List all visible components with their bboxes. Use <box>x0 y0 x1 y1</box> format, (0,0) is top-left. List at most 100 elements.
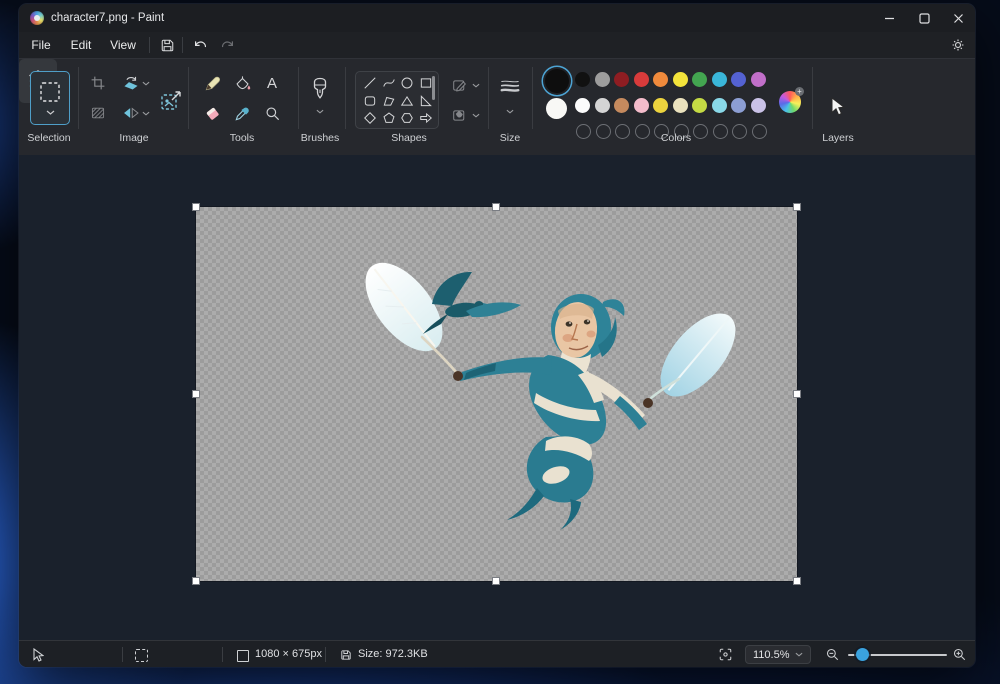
color2-swatch[interactable] <box>546 98 567 119</box>
fit-screen-icon <box>718 647 733 662</box>
zoom-out-icon <box>825 647 840 662</box>
palette-color[interactable] <box>692 72 707 87</box>
shape-right-triangle[interactable] <box>419 94 433 108</box>
zoom-slider-thumb[interactable] <box>856 648 869 661</box>
color-wheel-button[interactable]: + <box>779 91 801 113</box>
section-label-size: Size <box>481 131 539 145</box>
shape-fill-button[interactable] <box>447 104 471 126</box>
palette-empty-slot[interactable] <box>732 124 747 139</box>
flip-dropdown[interactable] <box>141 105 151 121</box>
menu-file[interactable]: File <box>25 35 57 55</box>
fit-to-screen-button[interactable] <box>715 646 735 663</box>
selection-handle[interactable] <box>794 578 800 584</box>
shape-polygon[interactable] <box>382 94 396 108</box>
shape-triangle[interactable] <box>400 94 414 108</box>
file-size-icon <box>340 649 352 661</box>
selection-handle[interactable] <box>794 204 800 210</box>
palette-color[interactable] <box>653 98 668 113</box>
section-label-selection: Selection <box>21 131 77 145</box>
chevron-down-icon <box>472 113 480 118</box>
rotate-button[interactable] <box>120 72 142 94</box>
zoom-out-button[interactable] <box>823 646 841 663</box>
shape-rectangle[interactable] <box>419 76 433 90</box>
magnifier-tool-button[interactable] <box>261 102 283 124</box>
close-button[interactable] <box>939 4 975 32</box>
palette-empty-slot[interactable] <box>576 124 591 139</box>
rotate-dropdown[interactable] <box>141 75 151 91</box>
shape-pentagon[interactable] <box>382 111 396 125</box>
flip-button[interactable] <box>120 102 142 124</box>
save-button[interactable] <box>157 36 177 54</box>
palette-color[interactable] <box>673 98 688 113</box>
menu-view[interactable]: View <box>105 35 141 55</box>
paint-app-icon <box>30 11 44 25</box>
palette-color[interactable] <box>614 72 629 87</box>
crop-button[interactable] <box>87 72 109 94</box>
color-picker-tool-button[interactable] <box>231 102 253 124</box>
section-label-brushes: Brushes <box>291 131 349 145</box>
shape-arrow-right[interactable] <box>419 111 433 125</box>
shape-outline-dropdown[interactable] <box>471 78 481 92</box>
maximize-button[interactable] <box>905 4 943 32</box>
palette-empty-slot[interactable] <box>596 124 611 139</box>
shape-rounded-rectangle[interactable] <box>363 94 377 108</box>
text-tool-button[interactable]: A <box>261 72 283 94</box>
brushes-dropdown[interactable] <box>315 105 325 117</box>
shape-diamond[interactable] <box>363 111 377 125</box>
palette-color[interactable] <box>653 72 668 87</box>
palette-color[interactable] <box>751 72 766 87</box>
pattern-select-button[interactable] <box>87 102 109 124</box>
shape-oval[interactable] <box>400 76 414 90</box>
menu-edit[interactable]: Edit <box>65 35 97 55</box>
selection-handle[interactable] <box>193 391 199 397</box>
shape-outline-button[interactable] <box>447 74 471 96</box>
palette-color[interactable] <box>712 98 727 113</box>
palette-color[interactable] <box>595 72 610 87</box>
palette-color[interactable] <box>575 72 590 87</box>
palette-empty-slot[interactable] <box>615 124 630 139</box>
shapes-scrollbar[interactable] <box>432 76 435 100</box>
shape-fill-dropdown[interactable] <box>471 108 481 122</box>
selection-handle[interactable] <box>493 204 499 210</box>
fill-tool-button[interactable] <box>231 72 253 94</box>
palette-color[interactable] <box>731 72 746 87</box>
minimize-button[interactable] <box>870 4 908 32</box>
palette-color[interactable] <box>634 72 649 87</box>
shape-curve[interactable] <box>382 76 396 90</box>
add-color-icon: + <box>795 87 804 96</box>
palette-color[interactable] <box>634 98 649 113</box>
palette-color[interactable] <box>614 98 629 113</box>
palette-color[interactable] <box>731 98 746 113</box>
eraser-tool-button[interactable] <box>201 102 223 124</box>
shape-hexagon[interactable] <box>400 111 414 125</box>
selection-handle[interactable] <box>794 391 800 397</box>
palette-empty-slot[interactable] <box>752 124 767 139</box>
palette-color[interactable] <box>595 98 610 113</box>
palette-color[interactable] <box>712 72 727 87</box>
size-button[interactable] <box>497 74 523 100</box>
palette-color[interactable] <box>692 98 707 113</box>
zoom-in-button[interactable] <box>950 646 968 663</box>
selection-handle[interactable] <box>193 578 199 584</box>
resize-button[interactable] <box>157 87 185 115</box>
pencil-tool-button[interactable] <box>201 72 223 94</box>
zoom-level-dropdown[interactable]: 110.5% <box>745 645 811 664</box>
selection-handle[interactable] <box>193 204 199 210</box>
palette-empty-slot[interactable] <box>713 124 728 139</box>
shape-line[interactable] <box>363 76 377 90</box>
palette-color[interactable] <box>575 98 590 113</box>
redo-button[interactable] <box>218 36 238 54</box>
undo-button[interactable] <box>190 36 210 54</box>
palette-color[interactable] <box>751 98 766 113</box>
selection-handle[interactable] <box>493 578 499 584</box>
settings-button[interactable] <box>948 35 968 55</box>
palette-color[interactable] <box>673 72 688 87</box>
color1-swatch[interactable] <box>545 69 569 93</box>
chevron-down-icon <box>46 110 55 115</box>
brushes-button[interactable] <box>308 76 332 102</box>
selection-tool-button[interactable] <box>30 71 70 125</box>
size-dropdown[interactable] <box>505 105 515 117</box>
status-divider <box>122 647 123 662</box>
canvas[interactable] <box>196 207 797 581</box>
chevron-down-icon <box>142 111 150 116</box>
